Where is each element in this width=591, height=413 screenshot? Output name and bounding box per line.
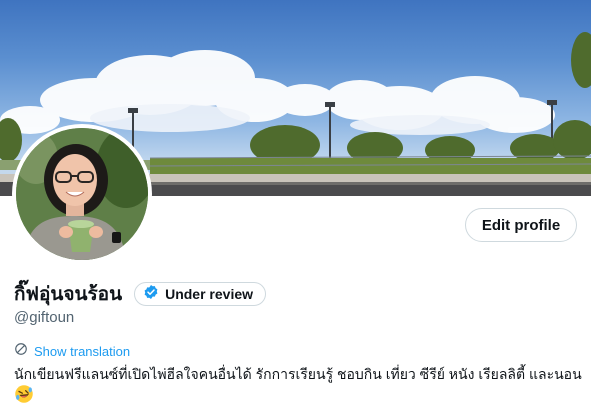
display-name: กิ๊ฟอุ่นจนร้อน [14,284,123,305]
show-translation-label: Show translation [34,344,131,359]
profile-name-row: กิ๊ฟอุ่นจนร้อน Under review [14,280,267,308]
rolling-on-the-floor-laughing-icon [14,384,34,409]
avatar-frame[interactable] [12,124,152,264]
avatar-photo [16,128,148,260]
verification-status-badge[interactable]: Under review [134,282,267,306]
verified-badge-icon [143,284,159,305]
avatar[interactable] [16,128,148,260]
profile-bio: นักเขียนฟรีแลนซ์ที่เปิดไพ่ฮีลใจคนอื่นได้… [14,366,582,382]
verification-status-label: Under review [165,286,254,302]
translate-icon [14,342,28,361]
show-translation-link[interactable]: Show translation [14,342,130,361]
edit-profile-button[interactable]: Edit profile [465,208,577,242]
profile-handle: @giftoun [14,309,75,326]
